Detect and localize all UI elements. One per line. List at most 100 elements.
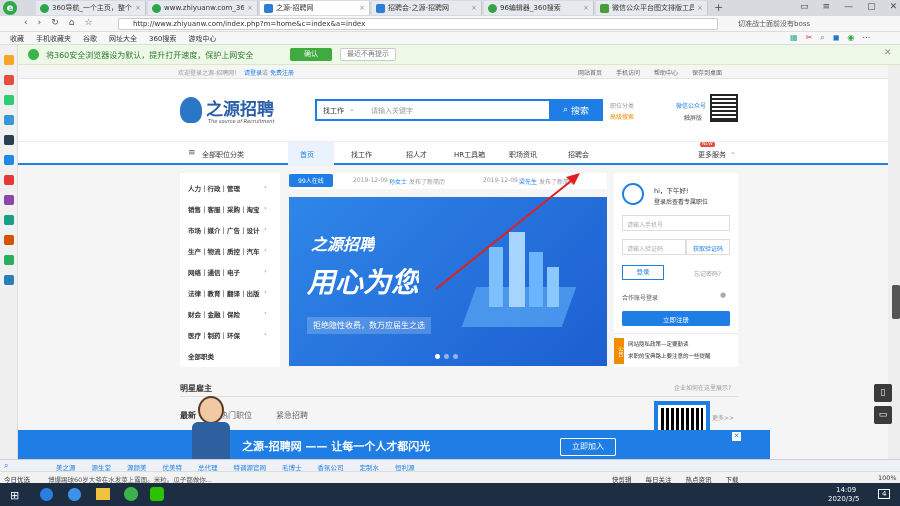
promo-close-icon[interactable]: ✕	[732, 432, 741, 441]
nav-find-talent[interactable]: 招人才	[406, 150, 427, 160]
maximize-icon[interactable]: ▢	[867, 2, 876, 12]
star-icon[interactable]: ☆	[84, 18, 92, 28]
notice-item[interactable]: 求职的宝典路上要注意的一些提醒	[628, 352, 711, 360]
category-item[interactable]: 人力｜行政｜管理 ›	[188, 183, 267, 193]
advanced-search-link[interactable]: 高级搜索	[610, 112, 634, 121]
fav-item-games[interactable]: 游戏中心	[188, 34, 216, 44]
close-icon[interactable]: ×	[697, 4, 703, 12]
home-icon[interactable]: ⌂	[69, 18, 75, 28]
close-icon[interactable]: ×	[471, 4, 477, 12]
tab-360nav[interactable]: 360导航_一个主页，整个世 ×	[36, 1, 146, 15]
category-item[interactable]: 市场｜媒介｜广告｜设计 ›	[188, 225, 267, 235]
site-logo[interactable]: 之源招聘 The source of Recruitment	[180, 91, 300, 131]
rail-ext-icon[interactable]	[4, 255, 14, 265]
minimize-icon[interactable]: —	[844, 2, 853, 12]
notification-count[interactable]: 4	[878, 489, 891, 499]
forward-icon[interactable]: ›	[38, 18, 42, 28]
nav-home[interactable]: 首页	[300, 150, 314, 160]
close-icon[interactable]: ×	[135, 4, 141, 12]
notice-close-icon[interactable]: ✕	[884, 48, 892, 58]
windows-start-icon[interactable]: ⊞	[10, 489, 19, 502]
carousel-dot[interactable]	[444, 354, 449, 359]
refresh-icon[interactable]: ↻	[51, 18, 59, 28]
login-link[interactable]: 请登录	[244, 68, 262, 77]
fav-item-favorites[interactable]: 收藏	[10, 34, 24, 44]
feedback-icon[interactable]: ▭	[874, 406, 892, 424]
nav-career-news[interactable]: 职场资讯	[509, 150, 537, 160]
browser-logo-icon[interactable]: e	[3, 1, 17, 15]
address-search-hint[interactable]: 切准战士面前没有boss	[738, 19, 810, 29]
promo-join-button[interactable]: 立即加入	[560, 438, 616, 456]
search-input[interactable]: 请输入关键字	[371, 106, 541, 116]
wechat-icon[interactable]: ●	[720, 291, 726, 299]
rail-mail-icon[interactable]	[4, 95, 14, 105]
url-field[interactable]: http://www.zhiyuanw.com/index.php?m=home…	[118, 18, 718, 30]
back-icon[interactable]: ‹	[24, 18, 28, 28]
rail-note-icon[interactable]	[4, 115, 14, 125]
register-button[interactable]: 立即注册	[622, 311, 730, 326]
tab-zhiyuan-home[interactable]: 之源-招聘网 ×	[260, 1, 370, 15]
category-item[interactable]: 医疗｜制药｜环保 ›	[188, 330, 267, 340]
menu-icon[interactable]: ≡	[823, 2, 831, 12]
category-item[interactable]: 网络｜通信｜电子 ›	[188, 267, 267, 277]
ext-shield-icon[interactable]: ◉	[847, 33, 854, 43]
star-employers-link[interactable]: 企业如何在这里展示?	[674, 383, 731, 392]
rail-cloud-icon[interactable]	[4, 155, 14, 165]
ticker-name[interactable]: 孙女士	[389, 177, 407, 186]
rail-game-icon[interactable]	[4, 195, 14, 205]
tab-zhiyuanw-360[interactable]: www.zhiyuanw.com_360 ×	[148, 1, 258, 15]
fav-item-mobile[interactable]: 手机收藏夹	[36, 34, 71, 44]
side-tab-handle[interactable]	[892, 285, 900, 319]
ext-scissors-icon[interactable]: ✂	[806, 33, 813, 43]
position-category-link[interactable]: 职位分类	[610, 101, 634, 110]
top-link-desktop[interactable]: 保存到桌面	[692, 68, 722, 77]
category-item[interactable]: 财会｜金融｜保险 ›	[188, 309, 267, 319]
rail-app-icon[interactable]	[4, 135, 14, 145]
nav-find-job[interactable]: 找工作	[351, 150, 372, 160]
tab-urgent[interactable]: 紧急招聘	[276, 410, 308, 426]
search-icon[interactable]: ⌕	[4, 461, 8, 471]
notice-never-button[interactable]: 最近不再提示	[340, 48, 396, 61]
top-link-mobile[interactable]: 手机访问	[616, 68, 640, 77]
tab-wechat-editor[interactable]: 微信公众平台图文排版工具 ×	[596, 1, 708, 15]
carousel-dot[interactable]	[435, 354, 440, 359]
clock-date[interactable]: 2020/3/5	[828, 495, 859, 503]
fav-item-google[interactable]: 谷歌	[83, 34, 97, 44]
rail-shop-icon[interactable]	[4, 175, 14, 185]
edge-icon[interactable]	[40, 488, 53, 501]
rail-video-icon[interactable]	[4, 215, 14, 225]
fav-item-navsite[interactable]: 网址大全	[109, 34, 137, 44]
category-item[interactable]: 销售｜客服｜采购｜淘宝 ›	[188, 204, 267, 214]
skin-icon[interactable]: ▭	[800, 2, 809, 12]
new-tab-button[interactable]: +	[714, 1, 723, 14]
close-icon[interactable]: ×	[247, 4, 253, 12]
phone-input[interactable]: 请输入手机号	[622, 215, 730, 231]
forgot-password-link[interactable]: 忘记密码?	[694, 269, 721, 278]
top-link-help[interactable]: 帮助中心	[654, 68, 678, 77]
notice-confirm-button[interactable]: 确认	[290, 48, 332, 61]
more-link[interactable]: 更多>>	[712, 413, 734, 422]
code-input[interactable]: 请输入验证码	[622, 239, 686, 255]
tab-zhiyuan-jobfair[interactable]: 招聘会-之源-招聘网 ×	[372, 1, 482, 15]
window-close-icon[interactable]: ✕	[890, 2, 898, 12]
ext-search-icon[interactable]: ⌕	[820, 33, 824, 43]
360-browser-task-icon[interactable]	[124, 487, 138, 501]
close-icon[interactable]: ×	[583, 4, 589, 12]
nav-job-fair[interactable]: 招聘会	[568, 150, 589, 160]
category-item-all[interactable]: 全部职类	[188, 351, 214, 361]
get-code-button[interactable]: 获取验证码	[686, 239, 730, 255]
all-categories-link[interactable]: 全部职位分类	[202, 150, 244, 160]
ext-more-icon[interactable]: ⋯	[862, 33, 870, 43]
zoom-level[interactable]: 100%	[878, 474, 897, 482]
search-button[interactable]: ⌕ 搜索	[549, 99, 603, 121]
rail-music-icon[interactable]	[4, 235, 14, 245]
category-item[interactable]: 法律｜教育｜翻译｜出版 ›	[188, 288, 267, 298]
category-item[interactable]: 生产｜物流｜质控｜汽车 ›	[188, 246, 267, 256]
search-type-select[interactable]: 找工作	[323, 106, 344, 116]
mobile-icon[interactable]: ▯	[874, 384, 892, 402]
register-link[interactable]: 免费注册	[270, 68, 294, 77]
notice-item[interactable]: 网站隐私政策—定要勤读	[628, 340, 689, 348]
close-icon[interactable]: ×	[359, 4, 365, 12]
carousel-dot[interactable]	[453, 354, 458, 359]
tab-96editor[interactable]: 96编辑器_360搜索 ×	[484, 1, 594, 15]
